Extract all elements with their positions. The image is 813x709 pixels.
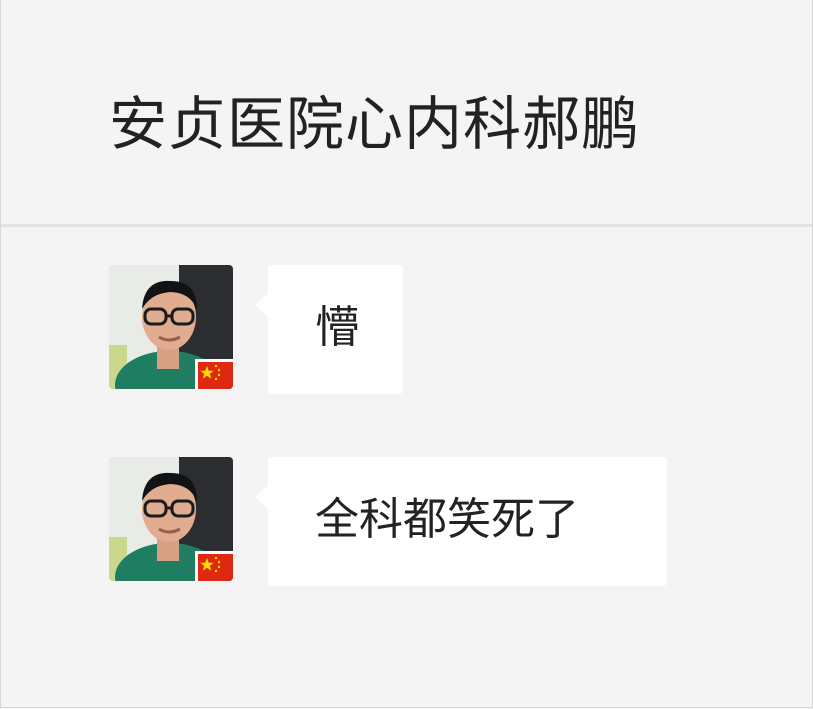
chat-header: 安贞医院心内科郝鹏 xyxy=(1,0,812,227)
message-list[interactable]: 懵 全科都笑死了 xyxy=(1,227,812,707)
sender-avatar[interactable] xyxy=(109,457,233,581)
message-text: 全科都笑死了 xyxy=(315,494,579,545)
china-flag-icon xyxy=(195,359,233,389)
message-bubble[interactable]: 全科都笑死了 xyxy=(255,457,667,586)
china-flag-icon xyxy=(195,551,233,581)
message-text: 懵 xyxy=(315,302,359,353)
message-bubble[interactable]: 懵 xyxy=(255,265,403,394)
chat-title: 安贞医院心内科郝鹏 xyxy=(109,90,641,158)
chat-window: 安贞医院心内科郝鹏 懵 全科都笑死了 xyxy=(0,0,813,708)
sender-avatar[interactable] xyxy=(109,265,233,389)
